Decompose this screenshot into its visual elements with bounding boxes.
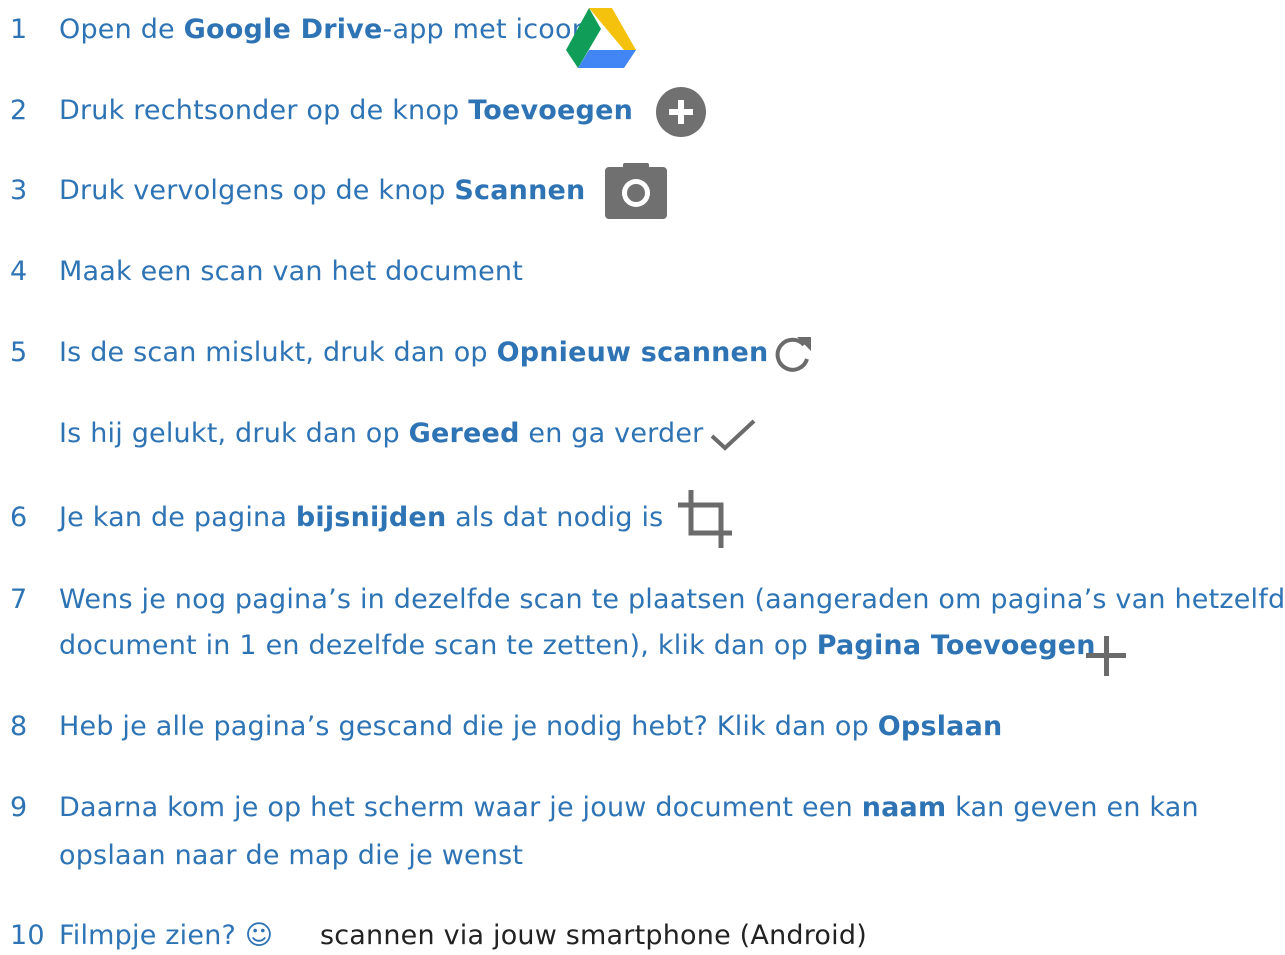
step-text: Is hij gelukt, druk dan op (59, 418, 409, 449)
step-text: Is de scan mislukt, druk dan op (59, 337, 497, 368)
step-text: Druk rechtsonder op de knop (59, 95, 469, 126)
step-text: Maak een scan van het document (59, 256, 524, 287)
step-bold: naam (861, 792, 947, 823)
step-bold: Scannen (454, 175, 586, 206)
step-text: Daarna kom je op het scherm waar je jouw… (59, 792, 862, 823)
step-number: 4 (10, 256, 28, 287)
step-text: opslaan naar de map die je wenst (59, 840, 524, 871)
step-text: Open de (59, 14, 184, 45)
step-number: 10 (10, 920, 45, 951)
step-text: Filmpje zien? ☺ (59, 920, 274, 951)
step-number: 5 (10, 337, 28, 368)
video-link[interactable]: scannen via jouw smartphone (Android) (320, 917, 867, 955)
checkmark-icon (710, 419, 756, 451)
step-text-post: kan geven en kan (946, 792, 1199, 823)
step-number: 1 (10, 14, 28, 45)
add-circle-icon (656, 87, 706, 137)
step-bold: Gereed (408, 418, 520, 449)
step-number: 3 (10, 175, 28, 206)
step-text: Heb je alle pagina’s gescand die je nodi… (59, 711, 878, 742)
step-text: document in 1 en dezelfde scan te zetten… (59, 630, 817, 661)
step-bold: Toevoegen (468, 95, 634, 126)
step-text-post: en ga verder (519, 418, 704, 449)
step-bold: Opslaan (877, 711, 1003, 742)
plus-icon (1086, 636, 1126, 676)
crop-icon (678, 490, 732, 548)
step-text-post: als dat nodig is (446, 502, 664, 533)
step-bold: Google Drive (183, 14, 383, 45)
step-bold: Opnieuw scannen (496, 337, 769, 368)
step-number: 7 (10, 584, 28, 615)
step-bold: Pagina Toevoegen (816, 630, 1096, 661)
step-text-post: -app met icoon (382, 14, 590, 45)
step-number: 6 (10, 502, 28, 533)
step-text: Je kan de pagina (59, 502, 296, 533)
google-drive-icon (566, 8, 636, 68)
camera-icon (605, 163, 667, 219)
step-number: 9 (10, 792, 28, 823)
step-bold: bijsnijden (295, 502, 447, 533)
step-text: Druk vervolgens op de knop (59, 175, 455, 206)
refresh-icon (775, 337, 811, 372)
step-number: 8 (10, 711, 28, 742)
step-text: Wens je nog pagina’s in dezelfde scan te… (59, 584, 1285, 615)
instruction-page: { "steps": [ {"num": "1", "pre": "Open d… (0, 0, 1285, 955)
step-number: 2 (10, 95, 28, 126)
